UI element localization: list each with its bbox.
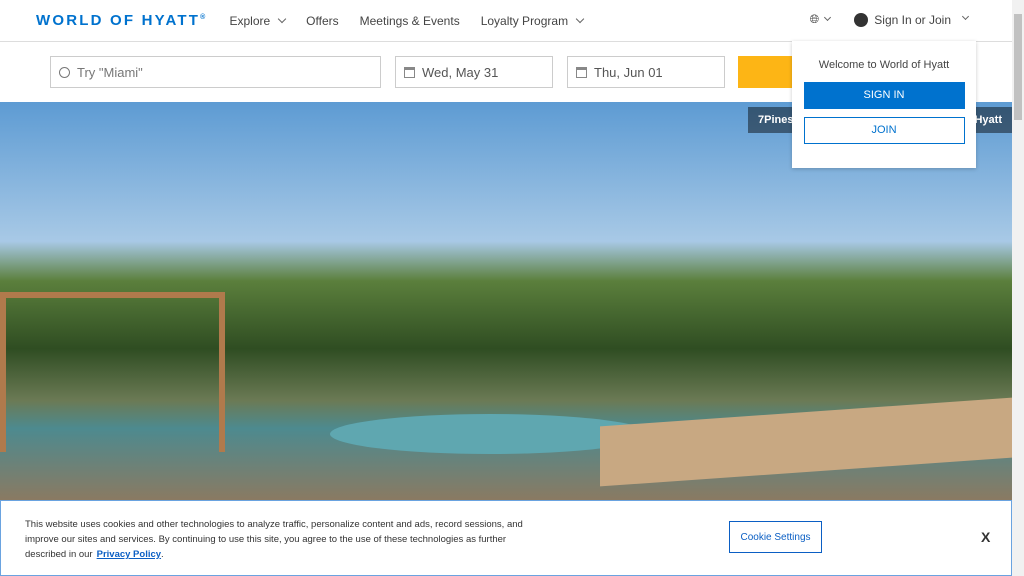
privacy-policy-link[interactable]: Privacy Policy [97, 549, 161, 560]
globe-icon: 🌐︎ [809, 12, 820, 26]
scrollbar-thumb[interactable] [1014, 14, 1022, 120]
calendar-icon [576, 66, 587, 78]
cookie-text: This website uses cookies and other tech… [25, 519, 523, 560]
hyatt-logo[interactable]: WORLD OF HYATT® [36, 12, 207, 29]
user-icon [854, 12, 869, 27]
destination-input[interactable]: Try "Miami" [50, 56, 381, 88]
close-icon[interactable]: X [981, 529, 990, 545]
nav-offers[interactable]: Offers [306, 14, 338, 28]
chevron-down-icon [961, 12, 970, 21]
chevron-down-icon [824, 13, 832, 22]
top-nav: WORLD OF HYATT® Explore Offers Meetings … [0, 0, 1012, 42]
sign-in-button[interactable]: SIGN IN [803, 82, 965, 109]
sign-in-dropdown: Welcome to World of Hyatt SIGN IN JOIN [792, 41, 976, 168]
find-hotels-button[interactable] [738, 56, 798, 88]
join-button[interactable]: JOIN [803, 117, 965, 144]
language-selector[interactable]: 🌐︎ [810, 12, 837, 27]
nav-loyalty-program[interactable]: Loyalty Program [481, 14, 583, 28]
nav-explore[interactable]: Explore [229, 14, 285, 28]
cookie-settings-button[interactable]: Cookie Settings [729, 521, 822, 553]
welcome-text: Welcome to World of Hyatt [818, 59, 950, 71]
cabana [0, 292, 225, 452]
nav-meetings-events[interactable]: Meetings & Events [360, 14, 460, 28]
cookie-banner: This website uses cookies and other tech… [0, 500, 1012, 576]
check-out-date[interactable]: Thu, Jun 01 [567, 56, 725, 88]
roof [600, 397, 1012, 487]
account-menu[interactable]: Sign In or Join [854, 12, 974, 27]
calendar-icon [404, 66, 415, 78]
check-in-date[interactable]: Wed, May 31 [395, 56, 553, 88]
search-icon [59, 66, 70, 78]
scrollbar[interactable] [1012, 0, 1024, 576]
